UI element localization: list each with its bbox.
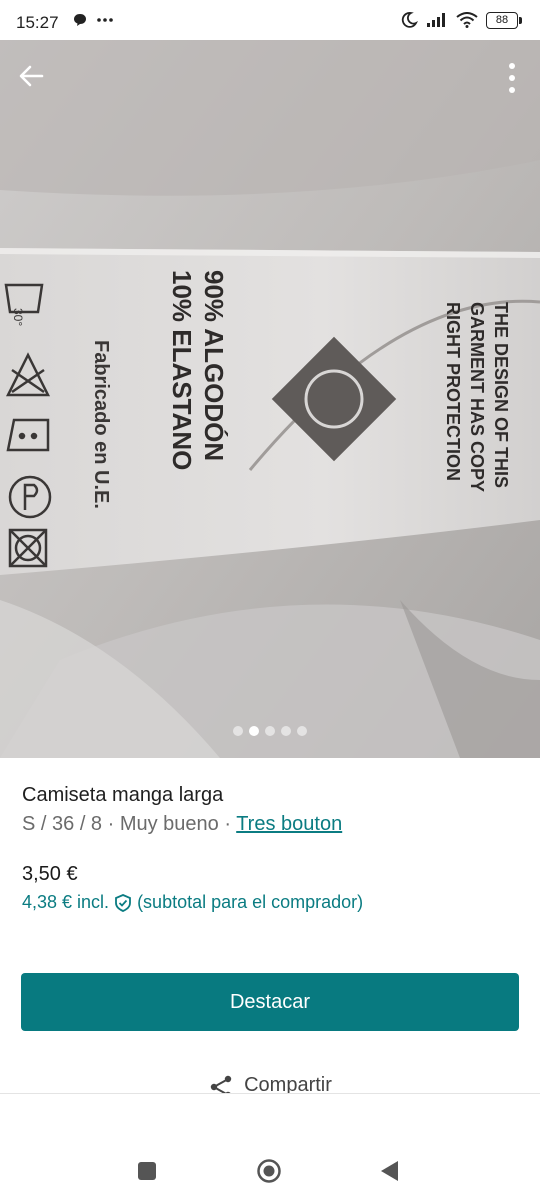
origin-text: Fabricado en U.E. [90,340,112,509]
status-right-icons: 88 [400,11,522,29]
brand-link[interactable]: Tres bouton [236,813,342,835]
listing-attributes: S / 36 / 8 · Muy bueno · [22,813,237,835]
status-bar: 15:27 88 [0,0,540,40]
back-button[interactable] [16,60,48,92]
system-back-button[interactable] [377,1158,403,1184]
wifi-icon [456,12,478,28]
copyright-line-1: THE DESIGN OF THIS [491,302,511,488]
triangle-back-icon [381,1161,398,1181]
chat-bubble-icon [74,14,86,26]
wash-temp-text: 30° [11,308,25,326]
more-horizontal-icon [97,18,113,22]
destacar-button[interactable]: Destacar [21,973,519,1031]
product-photo[interactable]: 90% ALGODÓN 10% ELASTANO Fabricado en U.… [0,40,540,758]
listing-meta: S / 36 / 8 · Muy bueno · Tres bouton [22,813,342,836]
carousel-dot-active[interactable] [249,726,259,736]
carousel-indicator [0,726,540,736]
carousel-dot[interactable] [297,726,307,736]
more-options-button[interactable] [504,62,520,94]
arrow-left-icon [19,65,44,87]
more-vertical-icon [509,63,515,93]
buyer-price-note: (subtotal para el comprador) [137,892,364,912]
buyer-price: 4,38 € incl. [22,892,110,912]
home-button[interactable] [256,1158,282,1184]
share-button[interactable]: Compartir [0,1074,540,1094]
copyright-line-3: RIGHT PROTECTION [443,302,463,481]
carousel-dot[interactable] [265,726,275,736]
circle-home-icon [257,1159,281,1183]
share-label: Compartir [244,1074,332,1094]
recents-button[interactable] [134,1158,160,1184]
status-time: 15:27 [16,13,59,32]
battery-icon: 88 [486,11,522,29]
listing-title: Camiseta manga larga [22,784,224,806]
composition-line-2: 10% ELASTANO [167,270,197,470]
signal-icon [427,13,445,27]
system-nav-bar [0,1140,540,1200]
divider [0,1093,540,1094]
composition-line-1: 90% ALGODÓN [199,270,229,461]
clothing-label-photo: 90% ALGODÓN 10% ELASTANO Fabricado en U.… [0,40,540,758]
copyright-line-2: GARMENT HAS COPY [467,302,487,492]
shield-check-icon [115,893,131,912]
moon-icon [401,12,418,28]
carousel-dot[interactable] [281,726,291,736]
share-icon [210,1075,232,1094]
square-recents-icon [138,1162,156,1180]
listing-price: 3,50 € [22,863,78,885]
status-left-icons [72,12,114,28]
buyer-price-row[interactable]: 4,38 € incl. (subtotal para el comprador… [22,892,363,913]
carousel-dot[interactable] [233,726,243,736]
